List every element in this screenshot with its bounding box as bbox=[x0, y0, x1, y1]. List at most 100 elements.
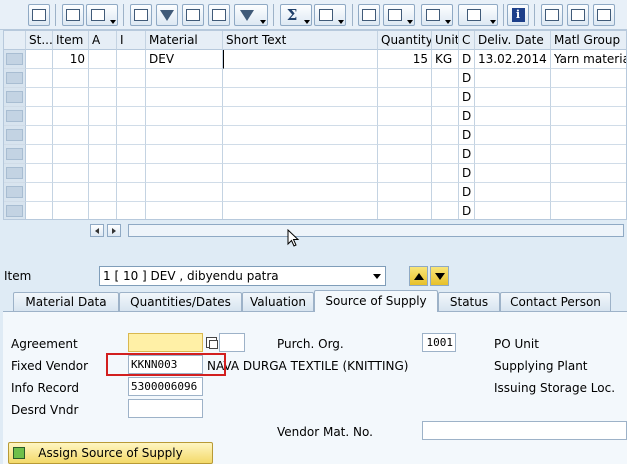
subtotal-icon[interactable] bbox=[314, 4, 346, 26]
table-cell[interactable] bbox=[53, 126, 89, 145]
vendor-mat-no-field[interactable] bbox=[422, 421, 627, 440]
table-cell[interactable] bbox=[89, 145, 117, 164]
table-cell[interactable] bbox=[26, 50, 53, 69]
table-cell[interactable]: D bbox=[459, 107, 475, 126]
grid-layout-icon[interactable] bbox=[458, 4, 498, 26]
table-cell[interactable] bbox=[223, 88, 378, 107]
table-cell[interactable]: D bbox=[459, 202, 475, 219]
table-cell[interactable] bbox=[475, 164, 551, 183]
table-cell[interactable] bbox=[117, 69, 146, 88]
info-record-field[interactable]: 5300006096 bbox=[128, 377, 203, 396]
views-icon[interactable] bbox=[383, 4, 415, 26]
table-cell[interactable] bbox=[432, 69, 459, 88]
table-cell[interactable] bbox=[146, 202, 223, 219]
table-cell[interactable] bbox=[432, 202, 459, 219]
table-cell[interactable]: 15 bbox=[378, 50, 432, 69]
table-cell[interactable] bbox=[26, 145, 53, 164]
column-header[interactable]: St... bbox=[26, 31, 53, 50]
table-cell[interactable] bbox=[53, 69, 89, 88]
find-next-icon[interactable] bbox=[182, 4, 204, 26]
table-cell[interactable] bbox=[551, 69, 626, 88]
table-cell[interactable] bbox=[146, 164, 223, 183]
row-selector[interactable] bbox=[4, 69, 26, 88]
table-cell[interactable]: D bbox=[459, 50, 475, 69]
table-cell[interactable] bbox=[475, 183, 551, 202]
table-cell[interactable] bbox=[146, 126, 223, 145]
table-cell[interactable] bbox=[53, 183, 89, 202]
column-header[interactable]: I bbox=[117, 31, 146, 50]
column-header[interactable]: C bbox=[459, 31, 475, 50]
table-cell[interactable] bbox=[117, 50, 146, 69]
table-cell[interactable] bbox=[475, 107, 551, 126]
assign-source-button[interactable]: Assign Source of Supply bbox=[8, 442, 213, 464]
table-cell[interactable] bbox=[378, 145, 432, 164]
table-cell[interactable]: D bbox=[459, 88, 475, 107]
table-cell[interactable] bbox=[89, 69, 117, 88]
table-cell[interactable] bbox=[475, 202, 551, 219]
sum-icon[interactable]: Σ bbox=[280, 4, 312, 26]
table-cell[interactable] bbox=[432, 107, 459, 126]
column-header[interactable]: Short Text bbox=[223, 31, 378, 50]
table-cell[interactable] bbox=[378, 183, 432, 202]
filter-icon[interactable] bbox=[156, 4, 178, 26]
table-cell[interactable] bbox=[53, 145, 89, 164]
table-cell[interactable] bbox=[223, 145, 378, 164]
table-cell[interactable]: D bbox=[459, 183, 475, 202]
table-cell[interactable] bbox=[432, 164, 459, 183]
table-cell[interactable] bbox=[89, 50, 117, 69]
table-cell[interactable] bbox=[223, 126, 378, 145]
table-cell[interactable] bbox=[378, 107, 432, 126]
table-cell[interactable] bbox=[223, 183, 378, 202]
select-all-icon[interactable] bbox=[4, 31, 26, 50]
table-cell[interactable] bbox=[551, 183, 626, 202]
table-cell[interactable] bbox=[223, 202, 378, 219]
table-cell[interactable] bbox=[475, 69, 551, 88]
table-cell[interactable] bbox=[432, 183, 459, 202]
details-icon[interactable] bbox=[541, 4, 563, 26]
tab-source-of-supply[interactable]: Source of Supply bbox=[314, 290, 438, 312]
horizontal-scrollbar[interactable] bbox=[3, 222, 627, 240]
column-header[interactable]: Deliv. Date bbox=[475, 31, 551, 50]
row-selector[interactable] bbox=[4, 50, 26, 69]
table-cell[interactable] bbox=[117, 183, 146, 202]
table-cell[interactable] bbox=[117, 202, 146, 219]
table-cell[interactable] bbox=[378, 202, 432, 219]
row-selector[interactable] bbox=[4, 183, 26, 202]
settings-icon[interactable] bbox=[567, 4, 589, 26]
table-cell[interactable] bbox=[53, 107, 89, 126]
table-cell[interactable] bbox=[475, 88, 551, 107]
row-selector[interactable] bbox=[4, 145, 26, 164]
table-cell[interactable] bbox=[378, 69, 432, 88]
column-header[interactable]: Material bbox=[146, 31, 223, 50]
table-cell[interactable] bbox=[551, 107, 626, 126]
layout-icon[interactable] bbox=[358, 4, 380, 26]
purch-org-field[interactable]: 1001 bbox=[422, 333, 456, 352]
table-cell[interactable] bbox=[89, 183, 117, 202]
table-cell[interactable] bbox=[89, 164, 117, 183]
table-cell[interactable] bbox=[146, 183, 223, 202]
desired-vendor-field[interactable] bbox=[128, 399, 203, 418]
scroll-track[interactable] bbox=[128, 224, 624, 237]
scroll-right-icon[interactable] bbox=[107, 224, 121, 237]
table-cell[interactable] bbox=[432, 145, 459, 164]
table-cell[interactable] bbox=[223, 50, 378, 69]
table-cell[interactable]: 10 bbox=[53, 50, 89, 69]
table-cell[interactable] bbox=[223, 69, 378, 88]
row-selector[interactable] bbox=[4, 202, 26, 219]
print-icon[interactable] bbox=[130, 4, 152, 26]
tab-quantities-dates[interactable]: Quantities/Dates bbox=[119, 292, 242, 312]
table-cell[interactable] bbox=[146, 107, 223, 126]
table-cell[interactable] bbox=[551, 126, 626, 145]
table-cell[interactable] bbox=[223, 164, 378, 183]
table-cell[interactable] bbox=[53, 202, 89, 219]
table-cell[interactable]: D bbox=[459, 126, 475, 145]
table-cell[interactable] bbox=[26, 69, 53, 88]
table-cell[interactable] bbox=[378, 126, 432, 145]
table-cell[interactable] bbox=[26, 88, 53, 107]
table-cell[interactable]: KG bbox=[432, 50, 459, 69]
scroll-left-icon[interactable] bbox=[90, 224, 104, 237]
column-header[interactable]: Item bbox=[53, 31, 89, 50]
table-cell[interactable] bbox=[551, 88, 626, 107]
table-cell[interactable] bbox=[378, 164, 432, 183]
table-cell[interactable] bbox=[378, 88, 432, 107]
